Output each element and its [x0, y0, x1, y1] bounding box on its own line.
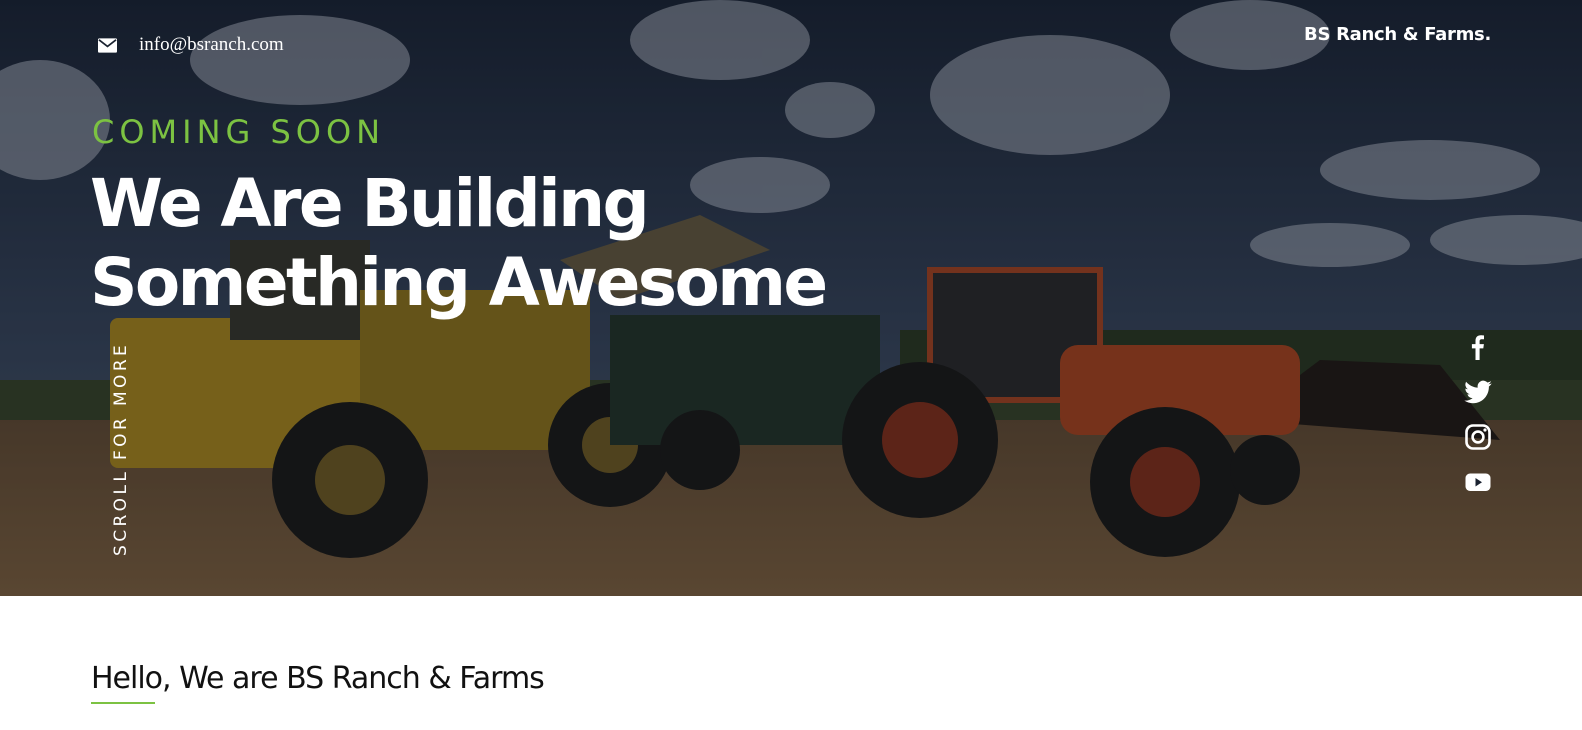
youtube-icon: [1465, 473, 1491, 491]
hero-headline: We Are Building Something Awesome: [90, 164, 828, 322]
facebook-icon: [1471, 335, 1484, 360]
scroll-for-more-link[interactable]: SCROLL FOR MORE: [111, 342, 131, 556]
brand-name[interactable]: BS Ranch & Farms.: [1304, 24, 1491, 45]
instagram-link[interactable]: [1463, 422, 1493, 452]
facebook-link[interactable]: [1463, 332, 1493, 362]
header-email[interactable]: info@bsranch.com: [98, 34, 284, 56]
coming-soon-label: COMING SOON: [92, 113, 386, 151]
title-accent-underline: [91, 702, 155, 704]
headline-line-2: Something Awesome: [90, 244, 828, 321]
about-section-title: Hello, We are BS Ranch & Farms: [91, 661, 545, 696]
youtube-link[interactable]: [1463, 467, 1493, 497]
social-links: [1463, 332, 1493, 512]
twitter-link[interactable]: [1463, 377, 1493, 407]
email-link[interactable]: info@bsranch.com: [139, 34, 284, 56]
hero-section: info@bsranch.com BS Ranch & Farms. COMIN…: [0, 0, 1582, 596]
instagram-icon: [1465, 424, 1491, 450]
envelope-icon: [98, 37, 117, 53]
twitter-icon: [1464, 380, 1492, 404]
headline-line-1: We Are Building: [90, 165, 650, 242]
